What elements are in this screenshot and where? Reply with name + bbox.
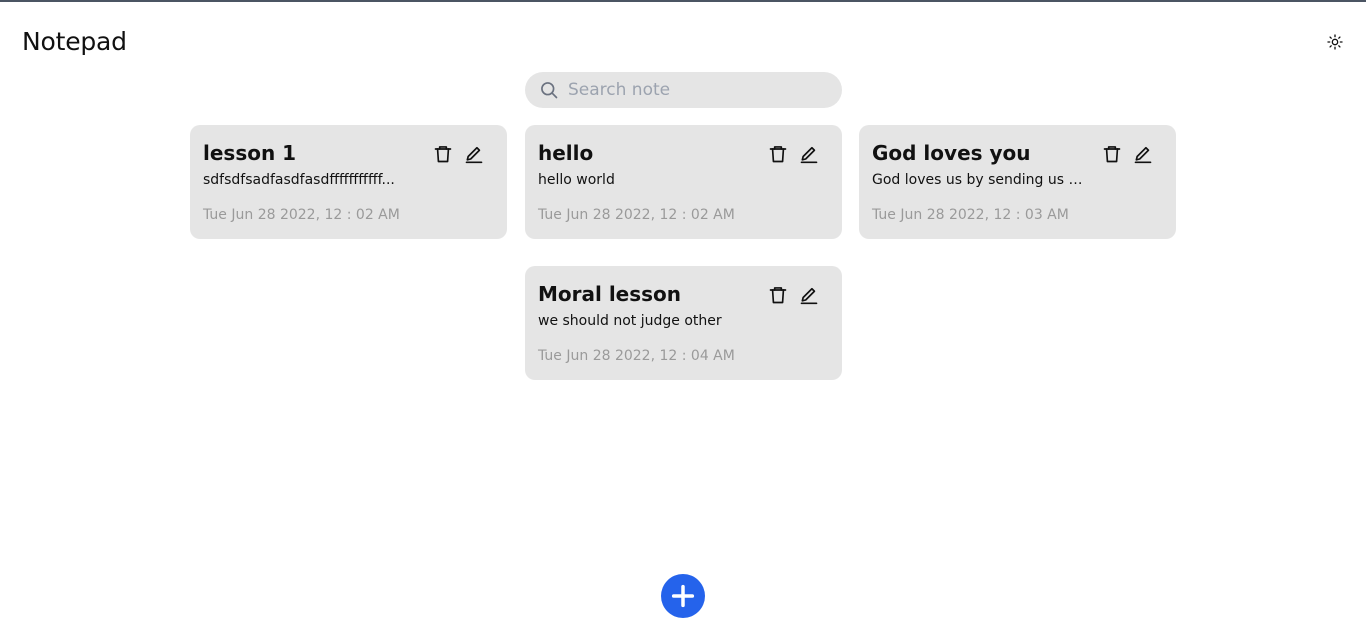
search-bar bbox=[525, 72, 842, 108]
pencil-icon bbox=[800, 287, 818, 305]
note-card[interactable]: lesson 1 sdfsdfsadfasdfasdfffffffffff...… bbox=[190, 125, 507, 239]
note-body: we should not judge other bbox=[538, 313, 722, 329]
note-title: lesson 1 bbox=[203, 141, 297, 165]
note-body: sdfsdfsadfasdfasdfffffffffff... bbox=[203, 172, 395, 188]
delete-note-button[interactable] bbox=[767, 143, 789, 165]
plus-icon bbox=[671, 584, 695, 608]
note-title: Moral lesson bbox=[538, 282, 682, 306]
note-date: Tue Jun 28 2022, 12 : 02 AM bbox=[538, 207, 735, 223]
delete-note-button[interactable] bbox=[767, 284, 789, 306]
edit-note-button[interactable] bbox=[463, 143, 485, 165]
trash-icon bbox=[434, 146, 452, 163]
theme-toggle-button[interactable] bbox=[1324, 31, 1346, 53]
search-input[interactable] bbox=[568, 72, 828, 108]
note-title: hello bbox=[538, 141, 594, 165]
pencil-icon bbox=[465, 146, 483, 164]
note-card[interactable]: Moral lesson we should not judge other T… bbox=[525, 266, 842, 380]
edit-note-button[interactable] bbox=[798, 143, 820, 165]
trash-icon bbox=[769, 287, 787, 304]
note-card[interactable]: hello hello world Tue Jun 28 2022, 12 : … bbox=[525, 125, 842, 239]
note-date: Tue Jun 28 2022, 12 : 03 AM bbox=[872, 207, 1069, 223]
trash-icon bbox=[1103, 146, 1121, 163]
note-body: hello world bbox=[538, 172, 615, 188]
pencil-icon bbox=[800, 146, 818, 164]
note-date: Tue Jun 28 2022, 12 : 02 AM bbox=[203, 207, 400, 223]
note-body: God loves us by sending us hi... bbox=[872, 172, 1087, 188]
edit-note-button[interactable] bbox=[1132, 143, 1154, 165]
note-title: God loves you bbox=[872, 141, 1031, 165]
top-border bbox=[0, 0, 1366, 2]
edit-note-button[interactable] bbox=[798, 284, 820, 306]
app-title: Notepad bbox=[22, 27, 127, 56]
trash-icon bbox=[769, 146, 787, 163]
note-card[interactable]: God loves you God loves us by sending us… bbox=[859, 125, 1176, 239]
pencil-icon bbox=[1134, 146, 1152, 164]
search-icon bbox=[541, 82, 558, 99]
note-date: Tue Jun 28 2022, 12 : 04 AM bbox=[538, 348, 735, 364]
add-note-button[interactable] bbox=[661, 574, 705, 618]
delete-note-button[interactable] bbox=[432, 143, 454, 165]
delete-note-button[interactable] bbox=[1101, 143, 1123, 165]
sun-icon bbox=[1327, 34, 1343, 50]
